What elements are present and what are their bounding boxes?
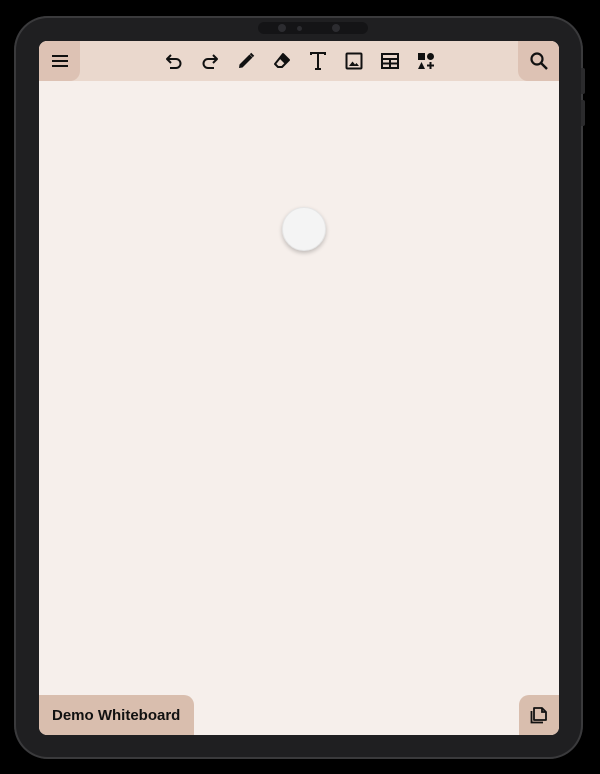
device-side-button bbox=[581, 100, 585, 126]
front-camera bbox=[278, 24, 286, 32]
table-icon bbox=[381, 53, 399, 69]
pages-button[interactable] bbox=[519, 695, 559, 735]
search-button[interactable] bbox=[518, 41, 559, 81]
board-name-tab[interactable]: Demo Whiteboard bbox=[39, 695, 195, 735]
pages-icon bbox=[530, 707, 547, 724]
board-name-label: Demo Whiteboard bbox=[52, 706, 181, 724]
eraser-icon bbox=[274, 53, 290, 68]
undo-button[interactable] bbox=[156, 41, 192, 81]
redo-icon bbox=[202, 54, 218, 69]
whiteboard-screen: Demo Whiteboard bbox=[39, 41, 559, 735]
eraser-button[interactable] bbox=[264, 41, 300, 81]
device-side-button bbox=[581, 68, 585, 94]
sensor bbox=[297, 26, 302, 31]
undo-icon bbox=[166, 54, 182, 69]
image-button[interactable] bbox=[336, 41, 372, 81]
top-toolbar bbox=[39, 41, 559, 81]
tool-group bbox=[156, 41, 444, 81]
menu-button[interactable] bbox=[39, 41, 80, 81]
pen-icon bbox=[239, 52, 255, 68]
text-button[interactable] bbox=[300, 41, 336, 81]
search-icon bbox=[529, 52, 548, 70]
pen-button[interactable] bbox=[228, 41, 264, 81]
redo-button[interactable] bbox=[192, 41, 228, 81]
text-icon bbox=[310, 52, 326, 70]
shapes-add-icon bbox=[418, 53, 434, 69]
image-icon bbox=[345, 52, 363, 70]
menu-icon bbox=[51, 55, 68, 67]
camera-bar bbox=[258, 22, 368, 34]
touch-pointer bbox=[282, 207, 326, 251]
front-camera bbox=[332, 24, 340, 32]
table-button[interactable] bbox=[372, 41, 408, 81]
shapes-button[interactable] bbox=[408, 41, 444, 81]
